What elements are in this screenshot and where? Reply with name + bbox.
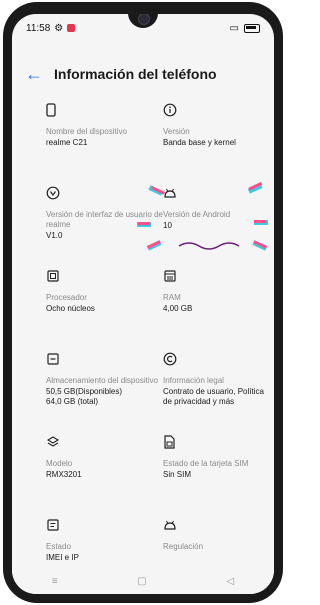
setting-android-version[interactable]: Versión de Android 10 (163, 186, 266, 269)
vibrate-icon: ▭ (229, 22, 239, 34)
setting-legal-info[interactable]: Información legal Contrato de usuario, P… (163, 352, 266, 435)
setting-sim-status[interactable]: Estado de la tarjeta SIM Sin SIM (163, 435, 266, 518)
status-icon (46, 518, 163, 532)
app-notification-icon (67, 24, 76, 32)
setting-value: 10 (163, 221, 172, 230)
setting-label: Estado de la tarjeta SIM (163, 459, 249, 468)
setting-label: Modelo (46, 459, 73, 468)
setting-label: Procesador (46, 293, 87, 302)
home-icon[interactable]: ▢ (137, 576, 146, 587)
realme-ui-icon (46, 186, 163, 200)
android-icon (163, 186, 266, 200)
android-icon (163, 518, 266, 532)
setting-value: realme C21 (46, 138, 88, 147)
setting-value: V1.0 (46, 231, 63, 240)
layers-icon (46, 435, 163, 449)
setting-value: Banda base y kernel (163, 138, 236, 147)
setting-realme-ui-version[interactable]: Versión de interfaz de usuario de realme… (46, 186, 163, 269)
info-icon (163, 103, 266, 117)
setting-storage[interactable]: Almacenamiento del dispositivo 50,5 GB(D… (46, 352, 163, 435)
setting-label: Nombre del dispositivo (46, 127, 127, 136)
setting-label: Regulación (163, 542, 204, 551)
setting-label: Información legal (163, 376, 224, 385)
setting-value: Sin SIM (163, 470, 192, 479)
setting-value: Contrato de usuario, Política de privaci… (163, 387, 264, 406)
header: ← Información del teléfono (12, 60, 274, 88)
page-title: Información del teléfono (54, 66, 217, 82)
cpu-icon (46, 269, 163, 283)
phone-frame: 11:58 ⚙ ▭ ← Información del teléfono Nom… (3, 2, 283, 603)
setting-value: Ocho núcleos (46, 304, 95, 313)
setting-label: Estado (46, 542, 71, 551)
status-time: 11:58 (26, 22, 51, 34)
sim-icon (163, 435, 266, 449)
setting-value: RMX3201 (46, 470, 82, 479)
copyright-icon (163, 352, 266, 366)
setting-model[interactable]: Modelo RMX3201 (46, 435, 163, 518)
screen: 11:58 ⚙ ▭ ← Información del teléfono Nom… (12, 14, 274, 594)
phone-icon (46, 103, 163, 117)
back-icon[interactable]: ◁ (226, 576, 234, 587)
setting-processor[interactable]: Procesador Ocho núcleos (46, 269, 163, 352)
back-arrow-icon[interactable]: ← (22, 64, 46, 85)
setting-value: 4,00 GB (163, 304, 193, 313)
storage-icon (46, 352, 163, 366)
battery-icon (244, 23, 260, 33)
gear-icon: ⚙ (54, 22, 64, 34)
setting-label: Versión de interfaz de usuario de realme (46, 210, 163, 229)
setting-label: Versión (163, 127, 190, 136)
menu-icon[interactable]: ≡ (52, 576, 58, 587)
info-grid: Nombre del dispositivo realme C21 Versió… (46, 103, 266, 594)
setting-value: 50,5 GB(Disponibles) 64,0 GB (total) (46, 387, 123, 406)
setting-label: Versión de Android (163, 210, 231, 219)
setting-device-name[interactable]: Nombre del dispositivo realme C21 (46, 103, 163, 186)
ram-icon (163, 269, 266, 283)
setting-label: RAM (163, 293, 181, 302)
setting-ram[interactable]: RAM 4,00 GB (163, 269, 266, 352)
navigation-bar: ≡ ▢ ◁ (12, 568, 274, 594)
setting-label: Almacenamiento del dispositivo (46, 376, 159, 385)
setting-value: IMEI e IP (46, 553, 79, 562)
setting-version[interactable]: Versión Banda base y kernel (163, 103, 266, 186)
status-bar: 11:58 ⚙ ▭ (12, 14, 274, 42)
